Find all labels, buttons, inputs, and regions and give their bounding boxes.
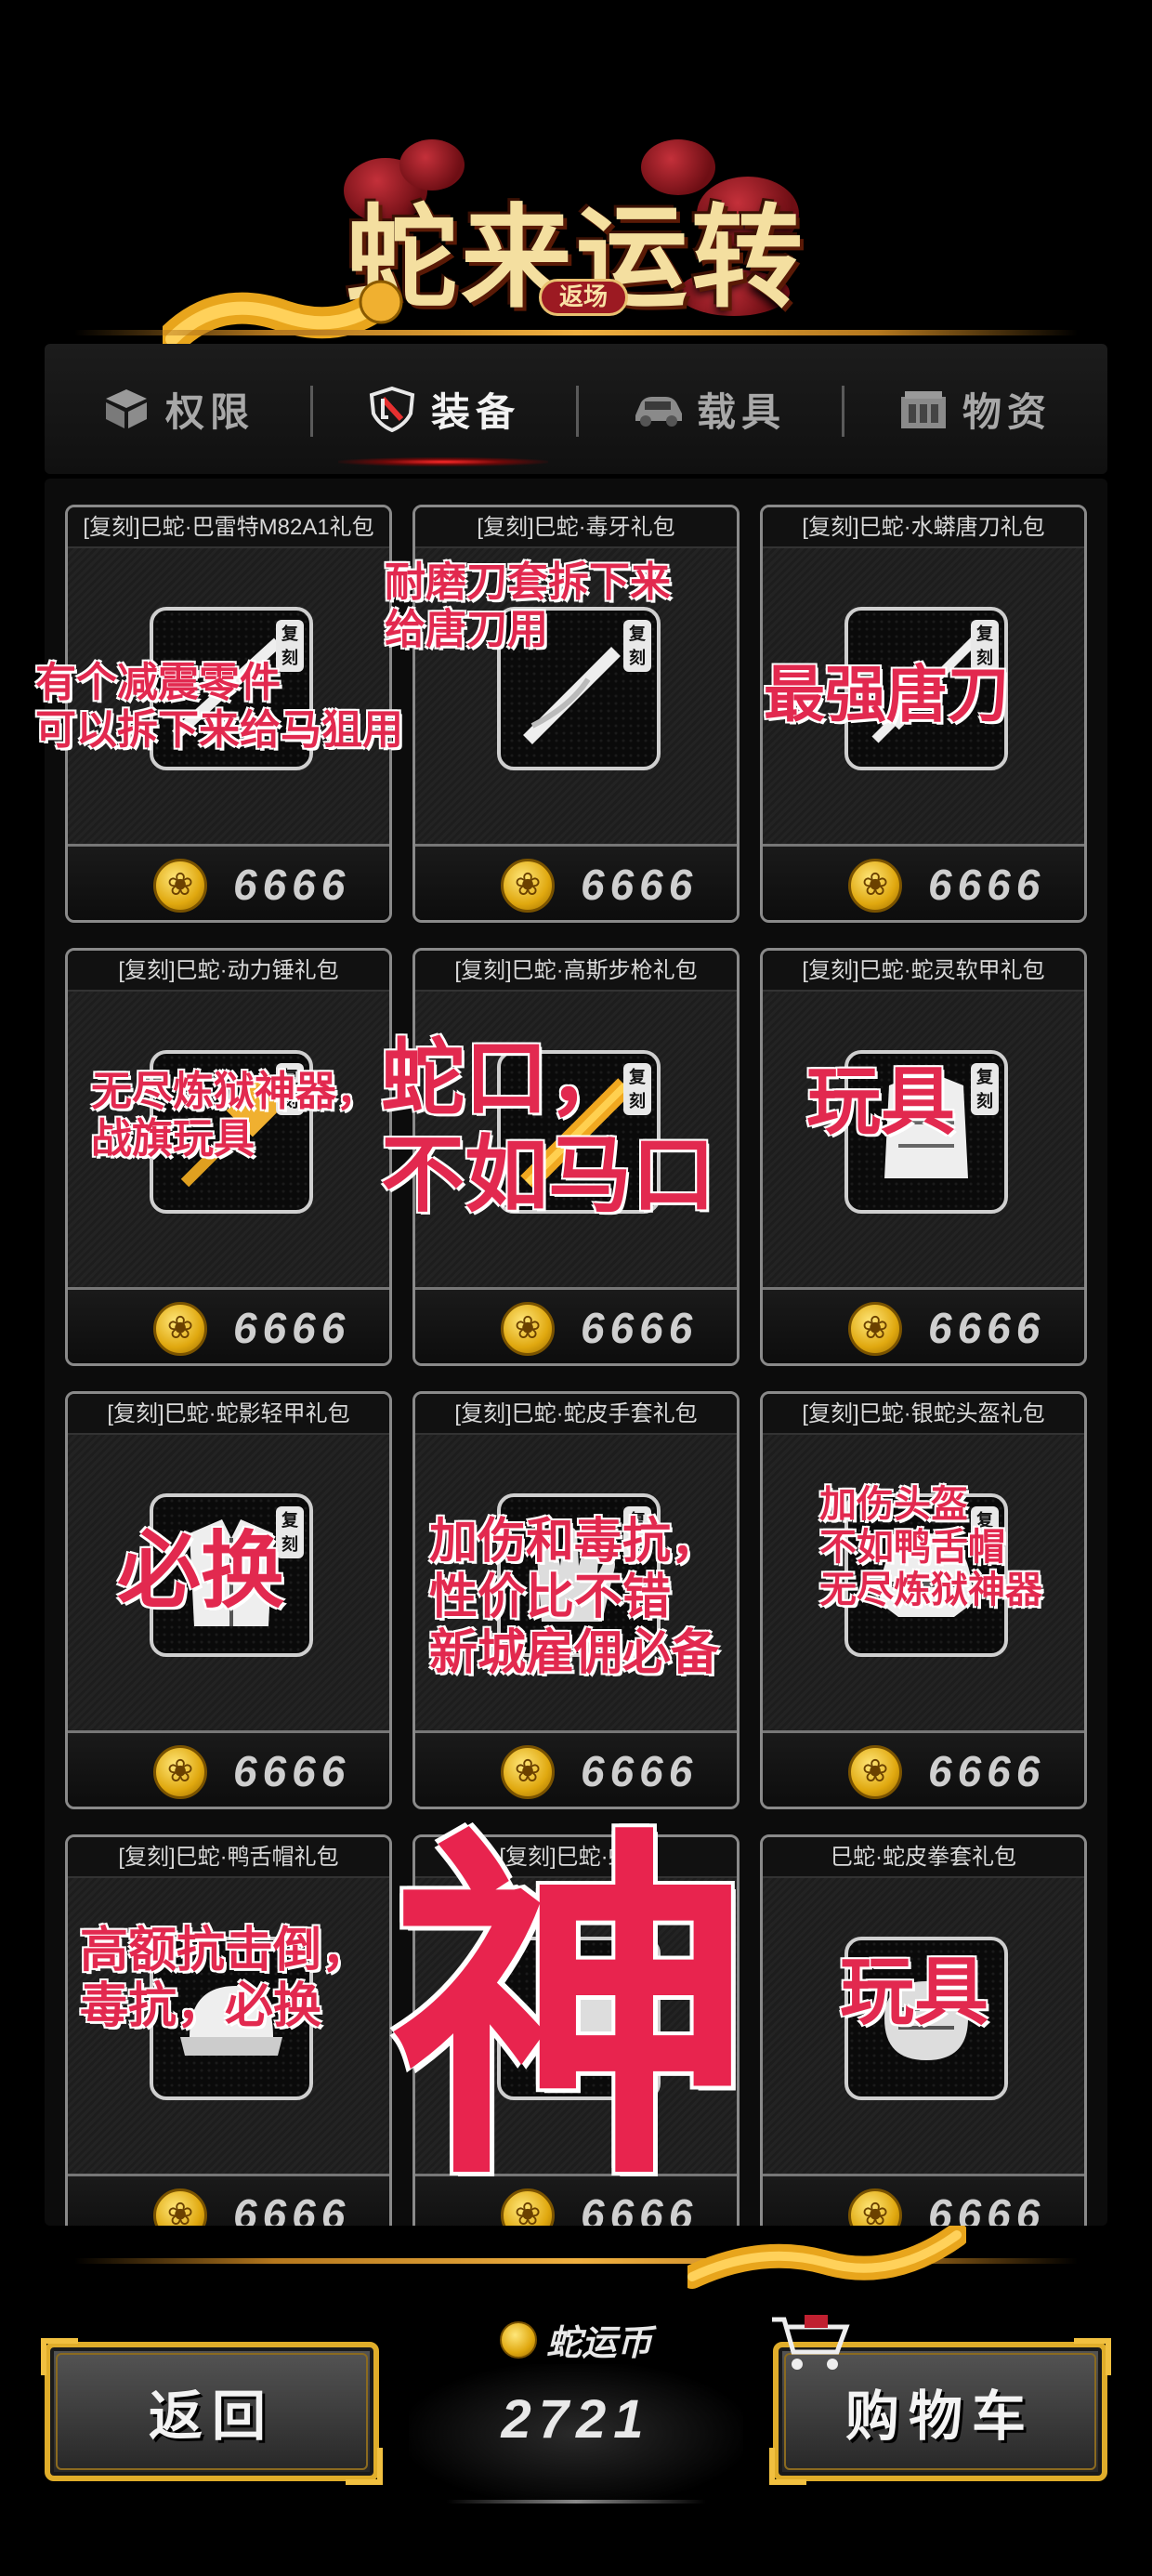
item-price: 6666	[233, 1747, 351, 1795]
tab-equipment[interactable]: 装备	[310, 344, 576, 474]
snake-coin-icon: ❀	[153, 1745, 207, 1799]
encore-badge: 返场	[539, 279, 628, 316]
price-bar[interactable]: ❀ 6666	[763, 844, 1084, 920]
snake-coin-icon: ❀	[848, 2188, 902, 2226]
item-card-snake-spirit-armor[interactable]: [复刻]巳蛇·蛇灵软甲礼包 复刻 ❀ 6666	[760, 948, 1087, 1366]
gold-snake-decoration	[687, 2226, 966, 2289]
item-title: [复刻]巳蛇·巴雷特M82A1礼包	[68, 507, 389, 548]
tab-vehicles[interactable]: 载具	[576, 344, 842, 474]
reissue-tag: 复刻	[971, 1063, 999, 1115]
price-bar[interactable]: ❀ 6666	[763, 1287, 1084, 1363]
cart-button-label: 购物车	[844, 2386, 1035, 2447]
category-tabs: 权限 装备 载具 物资	[45, 344, 1107, 474]
snake-coin-icon	[499, 2320, 537, 2359]
annotation-barrett: 有个减震零件 可以拆下来给马狙用	[35, 660, 403, 753]
back-button-label: 返回	[148, 2386, 275, 2447]
item-title: [复刻]巳蛇·高斯步枪礼包	[415, 951, 737, 992]
shield-icon	[369, 386, 415, 432]
item-title: [复刻]巳蛇·鸭舌帽礼包	[68, 1837, 389, 1878]
snake-coin-icon: ❀	[153, 1302, 207, 1356]
tab-divider	[842, 386, 844, 437]
item-title: [复刻]巳蛇·动力锤礼包	[68, 951, 389, 992]
corner-ornament	[41, 2338, 78, 2375]
item-title: [复刻]巳蛇·水蟒唐刀礼包	[763, 507, 1084, 548]
cube-icon	[105, 389, 147, 428]
header: 蛇来运转 返场	[0, 0, 1152, 355]
price-bar[interactable]: ❀ 6666	[415, 844, 737, 920]
annotation-venom-fang: 耐磨刀套拆下来 给唐刀用	[385, 559, 671, 652]
snake-coin-icon: ❀	[153, 859, 207, 913]
item-price: 6666	[581, 1747, 699, 1795]
annotation-duckbill-cap: 高额抗击倒， 毒抗，必换	[80, 1924, 371, 2033]
currency-underline	[446, 2500, 706, 2504]
tab-supplies[interactable]: 物资	[842, 344, 1107, 474]
annotation-snake-spirit-armor: 玩具	[806, 1060, 955, 1143]
snake-coin-icon: ❀	[501, 859, 555, 913]
price-bar[interactable]: ❀ 6666	[415, 1730, 737, 1807]
cart-button[interactable]: 购物车	[769, 2315, 1111, 2485]
tab-label: 载具	[696, 389, 786, 434]
snake-coin-icon: ❀	[848, 1745, 902, 1799]
item-price: 6666	[233, 2190, 351, 2226]
header-divider	[74, 330, 1078, 335]
tab-label: 权限	[164, 389, 255, 434]
car-icon	[635, 397, 682, 427]
tab-permissions[interactable]: 权限	[45, 344, 310, 474]
annotation-silver-snake-helmet: 加伤头盔 不如鸭舌帽 无尽炼狱神器	[819, 1484, 1042, 1610]
tab-label: 装备	[430, 389, 520, 434]
tab-divider	[576, 386, 579, 437]
snake-coin-icon: ❀	[153, 2188, 207, 2226]
item-price: 6666	[928, 2190, 1046, 2226]
snake-coin-icon: ❀	[848, 1302, 902, 1356]
price-bar[interactable]: ❀ 6666	[68, 1287, 389, 1363]
item-price: 6666	[928, 861, 1046, 909]
price-bar[interactable]: ❀ 6666	[68, 2174, 389, 2226]
annotation-snake-shadow-armor: 必换	[117, 1525, 284, 1618]
annotation-power-hammer: 无尽炼狱神器， 战旗玩具	[91, 1069, 377, 1162]
item-title: [复刻]巳蛇·蛇皮手套礼包	[415, 1394, 737, 1435]
item-price: 6666	[581, 1304, 699, 1352]
corner-ornament	[769, 2448, 806, 2485]
shopping-cart-icon	[772, 2315, 850, 2370]
annotation-snakeskin-gloves: 加伤和毒抗， 性价比不错 新城雇佣必备	[429, 1515, 720, 1680]
item-price: 6666	[928, 1747, 1046, 1795]
annotation-snakeskin-fist: 玩具	[840, 1951, 988, 2033]
snake-coin-icon: ❀	[501, 1745, 555, 1799]
price-bar[interactable]: ❀ 6666	[415, 1287, 737, 1363]
item-price: 6666	[928, 1304, 1046, 1352]
item-title: [复刻]巳蛇·蛇灵软甲礼包	[763, 951, 1084, 992]
price-bar[interactable]: ❀ 6666	[763, 2174, 1084, 2226]
corner-ornament	[1074, 2338, 1111, 2375]
item-price: 6666	[233, 861, 351, 909]
corner-ornament	[346, 2448, 383, 2485]
tab-divider	[310, 386, 313, 437]
item-title: [复刻]巳蛇·蛇影轻甲礼包	[68, 1394, 389, 1435]
crate-icon	[900, 391, 946, 428]
item-title: [复刻]巳蛇·银蛇头盔礼包	[763, 1394, 1084, 1435]
item-title: [复刻]巳蛇·毒牙礼包	[415, 507, 737, 548]
annotation-anaconda-blade: 最强唐刀	[764, 660, 1009, 729]
item-price: 6666	[581, 861, 699, 909]
snake-coin-icon: ❀	[848, 859, 902, 913]
annotation-snakeskin-big: 神	[390, 1809, 753, 2215]
back-button[interactable]: 返回	[41, 2338, 383, 2485]
currency-balance: 2721	[501, 2389, 651, 2450]
tab-label: 物资	[962, 389, 1052, 434]
item-title: 巳蛇·蛇皮拳套礼包	[763, 1837, 1084, 1878]
currency-display: 蛇运币 2721	[409, 2314, 743, 2509]
item-price: 6666	[233, 1304, 351, 1352]
snake-coin-icon: ❀	[501, 1302, 555, 1356]
price-bar[interactable]: ❀ 6666	[68, 844, 389, 920]
currency-label: 蛇运币	[409, 2314, 743, 2365]
annotation-gauss-rifle: 蛇口， 不如马口	[381, 1032, 715, 1222]
price-bar[interactable]: ❀ 6666	[68, 1730, 389, 1807]
price-bar[interactable]: ❀ 6666	[763, 1730, 1084, 1807]
event-title-logo: 蛇来运转 返场	[344, 139, 808, 325]
